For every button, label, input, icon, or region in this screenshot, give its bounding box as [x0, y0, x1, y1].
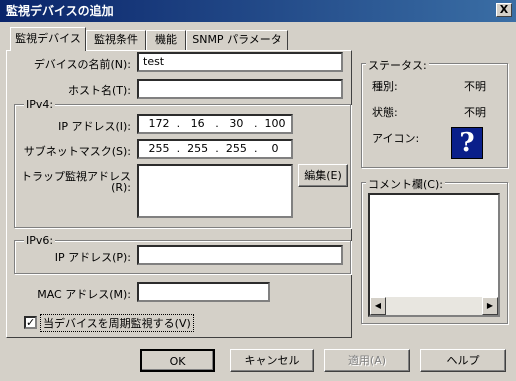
- close-icon: X: [499, 3, 509, 16]
- icon-label: アイコン:: [372, 132, 420, 145]
- apply-button[interactable]: 適用(A): [324, 349, 410, 372]
- ip-separator: .: [253, 142, 258, 155]
- ip-separator: .: [176, 117, 181, 130]
- checkmark-icon: ✓: [26, 316, 36, 329]
- tab-label: 監視デバイス: [15, 32, 81, 45]
- ipv6-address-field[interactable]: [137, 245, 343, 265]
- trap-address-label-accel: (R):: [111, 181, 131, 194]
- tab-monitor-device[interactable]: 監視デバイス: [10, 27, 86, 51]
- scroll-right-icon[interactable]: ▶: [482, 297, 498, 315]
- help-button[interactable]: ヘルプ: [420, 349, 506, 372]
- type-value: 不明: [464, 80, 486, 93]
- ipv4-group-label: IPv4:: [24, 98, 56, 111]
- ip-separator: .: [215, 117, 219, 130]
- type-label: 種別:: [372, 80, 398, 93]
- state-value: 不明: [464, 106, 486, 119]
- ip-octet: 30: [229, 117, 244, 130]
- ip-octet: 100: [264, 117, 286, 130]
- close-button[interactable]: X: [496, 3, 512, 17]
- question-glyph: ?: [459, 128, 475, 158]
- subnet-octet: 255: [187, 142, 209, 155]
- edit-button-label: 編集(E): [304, 169, 342, 182]
- subnet-mask-field[interactable]: 255. 255. 255. 0: [137, 139, 293, 159]
- tab-monitor-conditions[interactable]: 監視条件: [86, 30, 146, 50]
- tab-label: 監視条件: [94, 33, 138, 46]
- mac-address-label: MAC アドレス(M):: [37, 288, 131, 301]
- device-name-field[interactable]: test: [137, 52, 343, 72]
- status-group-label: ステータス:: [366, 57, 429, 73]
- host-name-label: ホスト名(T):: [67, 84, 131, 97]
- ok-button-label: OK: [169, 355, 186, 368]
- ip-separator: .: [253, 117, 258, 130]
- tab-snmp-parameters[interactable]: SNMP パラメーター: [186, 30, 288, 64]
- ip-octet: 16: [190, 117, 205, 130]
- ip-address-label: IP アドレス(I):: [58, 120, 131, 133]
- device-name-value: test: [143, 55, 165, 68]
- host-name-field[interactable]: [137, 79, 343, 99]
- ip-separator: .: [215, 142, 219, 155]
- ip-separator: .: [176, 142, 181, 155]
- cancel-button[interactable]: キャンセル: [230, 349, 314, 372]
- question-icon: ?: [451, 127, 483, 159]
- title-bar: 監視デバイスの追加 X: [0, 0, 516, 22]
- device-name-label: デバイスの名前(N):: [33, 58, 131, 71]
- periodic-monitor-checkbox[interactable]: ✓: [24, 316, 37, 329]
- subnet-octet: 255: [148, 142, 170, 155]
- ipv6-group-label: IPv6:: [24, 234, 56, 247]
- ipv4-address-field[interactable]: 172. 16. 30. 100: [137, 114, 293, 134]
- state-label: 状態:: [372, 106, 398, 119]
- trap-address-list[interactable]: [137, 164, 293, 218]
- apply-button-label: 適用(A): [347, 354, 387, 367]
- ip-octet: 172: [148, 117, 170, 130]
- scroll-left-icon[interactable]: ◀: [370, 297, 386, 315]
- edit-button[interactable]: 編集(E): [298, 164, 348, 187]
- window-title: 監視デバイスの追加: [6, 4, 114, 18]
- ok-button[interactable]: OK: [140, 349, 215, 372]
- comment-horizontal-scrollbar[interactable]: ◀ ▶: [370, 297, 498, 315]
- cancel-button-label: キャンセル: [244, 354, 300, 367]
- ipv6-address-label: IP アドレス(P):: [54, 251, 131, 264]
- help-button-label: ヘルプ: [446, 354, 480, 367]
- comment-group-label: コメント欄(C):: [366, 176, 445, 192]
- tab-functions[interactable]: 機能: [146, 30, 186, 50]
- mac-address-field[interactable]: [137, 282, 270, 302]
- subnet-octet: 255: [225, 142, 247, 155]
- periodic-monitor-label[interactable]: 当デバイスを周期監視する(V): [40, 314, 194, 332]
- subnet-label: サブネットマスク(S):: [23, 145, 131, 158]
- subnet-octet: 0: [271, 142, 279, 155]
- tab-label: 機能: [155, 33, 177, 46]
